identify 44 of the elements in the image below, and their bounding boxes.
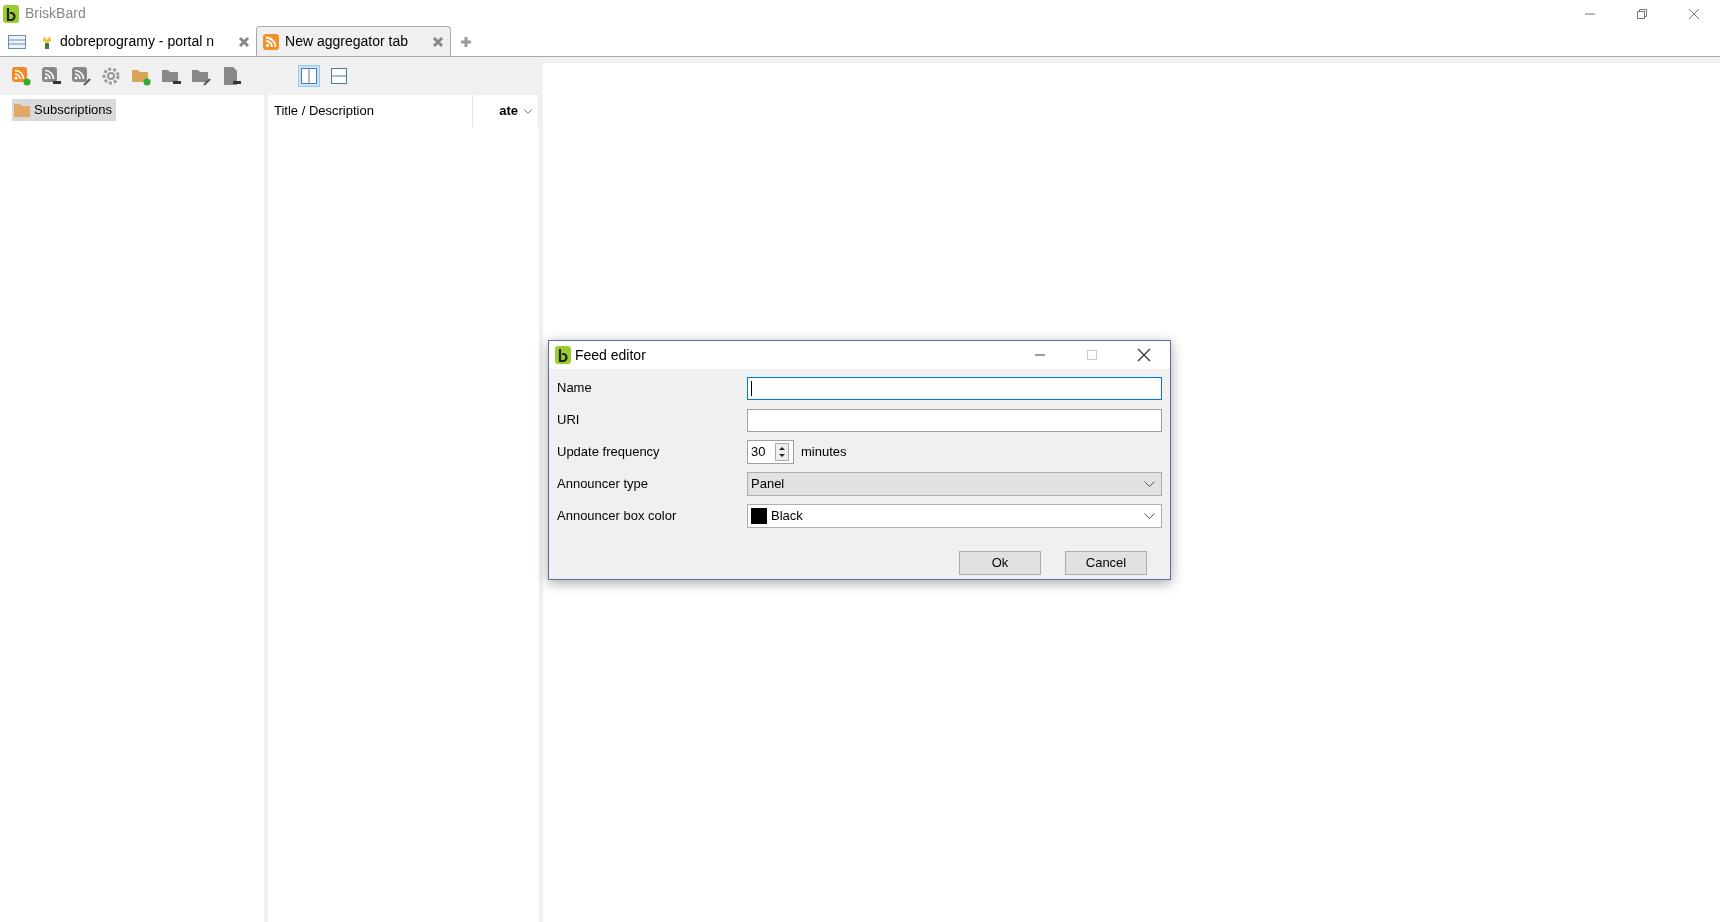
layout-button[interactable]: [328, 65, 350, 87]
maximize-icon: [1086, 349, 1098, 361]
field-label: Announcer box color: [557, 507, 678, 526]
plus-icon: [460, 36, 473, 48]
tree-item[interactable]: Subscriptions: [12, 99, 117, 121]
rss-icon: [263, 33, 280, 50]
columns-layout-icon: [301, 68, 317, 84]
spin-arrows-icon[interactable]: [775, 443, 789, 461]
remove-feed-icon: [41, 66, 61, 86]
spin-field[interactable]: 30: [747, 440, 794, 464]
browser-tab[interactable]: New aggregator tab: [256, 26, 452, 56]
close-tab-icon[interactable]: [432, 35, 445, 48]
edit-feed-icon: [71, 66, 91, 86]
browser-tab[interactable]: dobreprogramy - portal n: [34, 27, 257, 56]
close-icon: [1137, 348, 1151, 362]
color-dropdown[interactable]: Black: [747, 504, 1162, 528]
field-label: Name: [557, 379, 593, 398]
menu-icon: [8, 35, 26, 49]
close-tab-icon[interactable]: [238, 35, 251, 48]
field-label: Update frequency: [557, 443, 661, 462]
window-title: BriskBard: [25, 4, 86, 23]
rows-layout-icon: [331, 68, 347, 84]
close-icon: [1688, 7, 1700, 20]
app-logo-icon: [3, 4, 19, 23]
dropdown-caret-icon: [1144, 513, 1155, 519]
restore-icon: [1636, 7, 1648, 20]
app-logo-icon: [555, 346, 571, 364]
input-field[interactable]: [747, 376, 1162, 400]
ok-button[interactable]: Ok: [959, 551, 1041, 575]
layout-button[interactable]: [298, 65, 320, 87]
toolbar-button[interactable]: [40, 65, 62, 87]
folder-icon: [14, 102, 30, 117]
add-feed-icon: [11, 66, 31, 86]
settings-icon: [101, 66, 121, 86]
dialog-title: Feed editor: [575, 345, 646, 365]
cancel-button[interactable]: Cancel: [1065, 551, 1147, 575]
dropdown[interactable]: Panel: [747, 472, 1162, 496]
field-label: Announcer type: [557, 475, 650, 494]
input-field[interactable]: [747, 408, 1162, 432]
field-label: URI: [557, 411, 581, 430]
dropdown-caret-icon: [1144, 481, 1155, 487]
unit-label: minutes: [801, 443, 847, 462]
sort-caret-icon: [524, 108, 532, 114]
feed-document-icon: [221, 66, 241, 86]
